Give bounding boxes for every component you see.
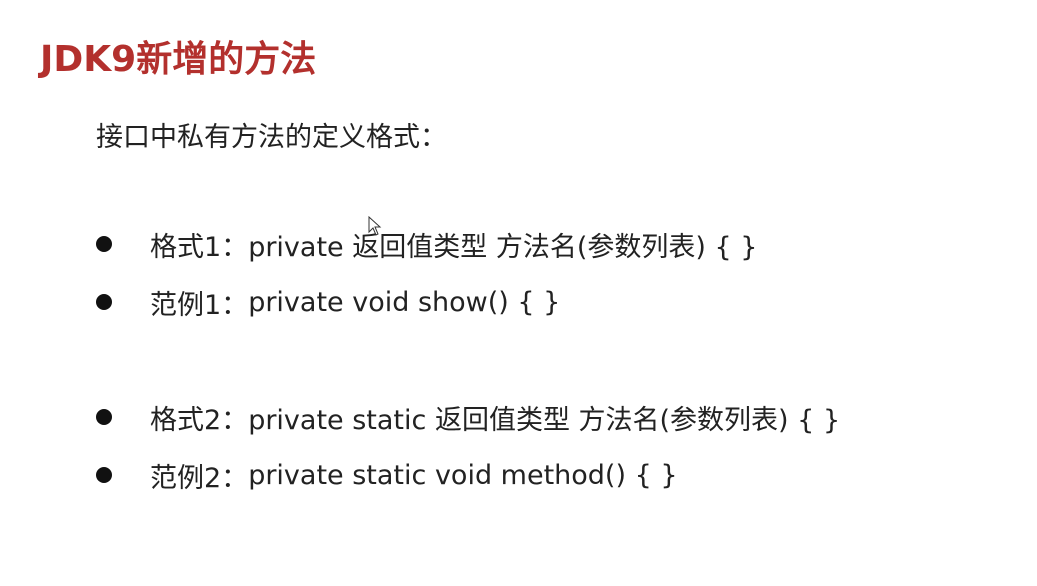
item-text: private static 返回值类型 方法名(参数列表) { }	[248, 404, 841, 436]
item-text: private 返回值类型 方法名(参数列表) { }	[248, 231, 758, 263]
item-label: 格式2：	[150, 404, 249, 436]
item-label: 格式1：	[150, 231, 249, 263]
item-label: 范例1：	[150, 289, 249, 321]
item-label: 范例2：	[150, 462, 249, 494]
bullet-icon	[96, 294, 112, 310]
list-item-example-2: 范例2： private static void method() { }	[96, 455, 678, 495]
list-item-example-1: 范例1： private void show() { }	[96, 282, 560, 322]
bullet-icon	[96, 467, 112, 483]
item-text: private void show() { }	[248, 286, 561, 318]
list-item-format-1: 格式1： private 返回值类型 方法名(参数列表) { }	[96, 224, 757, 264]
mouse-pointer-icon	[368, 216, 382, 236]
bullet-icon	[96, 236, 112, 252]
item-text: private static void method() { }	[248, 459, 678, 491]
intro-text: 接口中私有方法的定义格式：	[96, 122, 447, 153]
bullet-icon	[96, 409, 112, 425]
slide-title: JDK9新增的方法	[40, 39, 317, 80]
slide: JDK9新增的方法 接口中私有方法的定义格式： 格式1： private 返回值…	[0, 0, 1037, 586]
list-item-format-2: 格式2： private static 返回值类型 方法名(参数列表) { }	[96, 397, 840, 437]
